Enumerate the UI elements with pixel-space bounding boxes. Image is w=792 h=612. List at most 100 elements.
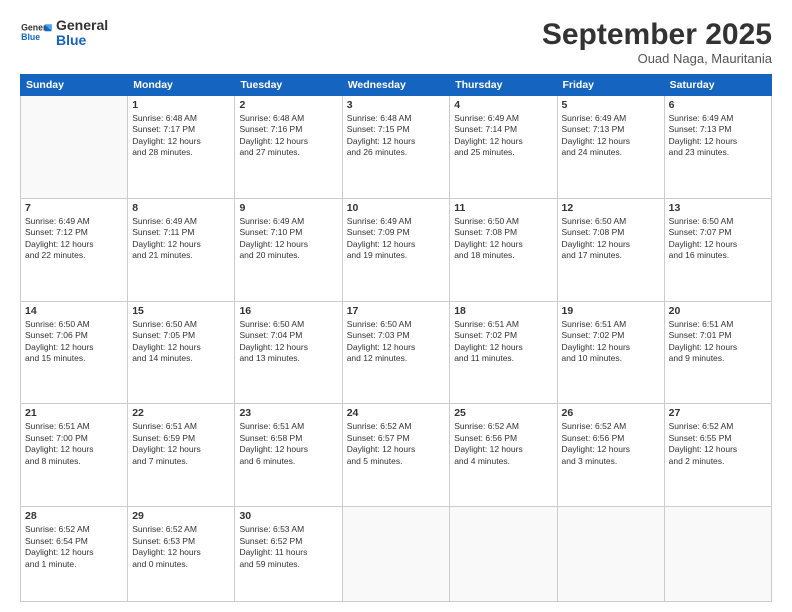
day-number: 20 <box>669 305 767 317</box>
calendar-cell-2-7: 13 Sunrise: 6:50 AMSunset: 7:07 PMDayligh… <box>664 198 771 301</box>
title-block: September 2025 Ouad Naga, Mauritania <box>542 18 772 66</box>
day-info: Sunrise: 6:50 AMSunset: 7:03 PMDaylight:… <box>347 319 445 365</box>
day-info: Sunrise: 6:49 AMSunset: 7:11 PMDaylight:… <box>132 216 230 262</box>
calendar-cell-1-5: 4Sunrise: 6:49 AMSunset: 7:14 PMDaylight… <box>450 96 557 199</box>
day-number: 2 <box>239 99 337 111</box>
calendar-week-3: 14 Sunrise: 6:50 AMSunset: 7:06 PMDayligh… <box>21 301 772 404</box>
day-number: 1 <box>132 99 230 111</box>
calendar-table: SundayMondayTuesdayWednesdayThursdayFrid… <box>20 74 772 602</box>
day-info: Sunrise: 6:52 AMSunset: 6:55 PMDaylight:… <box>669 421 767 467</box>
calendar-cell-5-3: 30 Sunrise: 6:53 AMSunset: 6:52 PMDayligh… <box>235 507 342 602</box>
weekday-header-friday: Friday <box>557 75 664 96</box>
day-info: Sunrise: 6:50 AMSunset: 7:04 PMDaylight:… <box>239 319 337 365</box>
day-number: 9 <box>239 202 337 214</box>
day-number: 30 <box>239 510 337 522</box>
calendar-cell-4-5: 25Sunrise: 6:52 AMSunset: 6:56 PMDayligh… <box>450 404 557 507</box>
day-number: 13 <box>669 202 767 214</box>
svg-text:Blue: Blue <box>21 32 40 42</box>
calendar-cell-4-3: 23 Sunrise: 6:51 AMSunset: 6:58 PMDayligh… <box>235 404 342 507</box>
day-info: Sunrise: 6:49 AMSunset: 7:10 PMDaylight:… <box>239 216 337 262</box>
day-info: Sunrise: 6:51 AMSunset: 7:02 PMDaylight:… <box>454 319 552 365</box>
calendar-week-4: 21Sunrise: 6:51 AMSunset: 7:00 PMDayligh… <box>21 404 772 507</box>
weekday-header-saturday: Saturday <box>664 75 771 96</box>
calendar-cell-5-5 <box>450 507 557 602</box>
calendar-week-5: 28Sunrise: 6:52 AMSunset: 6:54 PMDayligh… <box>21 507 772 602</box>
calendar-cell-4-6: 26 Sunrise: 6:52 AMSunset: 6:56 PMDayligh… <box>557 404 664 507</box>
calendar-cell-3-1: 14 Sunrise: 6:50 AMSunset: 7:06 PMDayligh… <box>21 301 128 404</box>
day-number: 17 <box>347 305 445 317</box>
weekday-header-wednesday: Wednesday <box>342 75 449 96</box>
calendar-cell-1-3: 2 Sunrise: 6:48 AMSunset: 7:16 PMDaylight… <box>235 96 342 199</box>
day-number: 15 <box>132 305 230 317</box>
day-info: Sunrise: 6:49 AMSunset: 7:13 PMDaylight:… <box>562 113 660 159</box>
day-number: 6 <box>669 99 767 111</box>
day-number: 23 <box>239 407 337 419</box>
day-number: 8 <box>132 202 230 214</box>
calendar-cell-1-1 <box>21 96 128 199</box>
calendar-cell-4-7: 27 Sunrise: 6:52 AMSunset: 6:55 PMDayligh… <box>664 404 771 507</box>
day-number: 12 <box>562 202 660 214</box>
day-number: 4 <box>454 99 552 111</box>
day-info: Sunrise: 6:50 AMSunset: 7:08 PMDaylight:… <box>454 216 552 262</box>
weekday-header-sunday: Sunday <box>21 75 128 96</box>
calendar-cell-1-7: 6 Sunrise: 6:49 AMSunset: 7:13 PMDaylight… <box>664 96 771 199</box>
day-info: Sunrise: 6:51 AMSunset: 6:58 PMDaylight:… <box>239 421 337 467</box>
day-number: 26 <box>562 407 660 419</box>
day-number: 25 <box>454 407 552 419</box>
calendar-cell-3-3: 16 Sunrise: 6:50 AMSunset: 7:04 PMDayligh… <box>235 301 342 404</box>
calendar-cell-5-1: 28Sunrise: 6:52 AMSunset: 6:54 PMDayligh… <box>21 507 128 602</box>
day-info: Sunrise: 6:50 AMSunset: 7:07 PMDaylight:… <box>669 216 767 262</box>
day-number: 27 <box>669 407 767 419</box>
day-number: 18 <box>454 305 552 317</box>
day-number: 24 <box>347 407 445 419</box>
day-number: 14 <box>25 305 123 317</box>
day-info: Sunrise: 6:51 AMSunset: 6:59 PMDaylight:… <box>132 421 230 467</box>
calendar-cell-5-2: 29Sunrise: 6:52 AMSunset: 6:53 PMDayligh… <box>128 507 235 602</box>
day-info: Sunrise: 6:52 AMSunset: 6:57 PMDaylight:… <box>347 421 445 467</box>
day-info: Sunrise: 6:53 AMSunset: 6:52 PMDaylight:… <box>239 524 337 570</box>
day-info: Sunrise: 6:50 AMSunset: 7:06 PMDaylight:… <box>25 319 123 365</box>
header: General Blue General Blue September 2025… <box>20 18 772 66</box>
weekday-header-tuesday: Tuesday <box>235 75 342 96</box>
calendar-cell-2-6: 12 Sunrise: 6:50 AMSunset: 7:08 PMDayligh… <box>557 198 664 301</box>
calendar-cell-2-5: 11 Sunrise: 6:50 AMSunset: 7:08 PMDayligh… <box>450 198 557 301</box>
day-number: 22 <box>132 407 230 419</box>
day-info: Sunrise: 6:50 AMSunset: 7:08 PMDaylight:… <box>562 216 660 262</box>
day-info: Sunrise: 6:51 AMSunset: 7:02 PMDaylight:… <box>562 319 660 365</box>
day-info: Sunrise: 6:49 AMSunset: 7:09 PMDaylight:… <box>347 216 445 262</box>
month-title: September 2025 <box>542 18 772 51</box>
calendar-cell-1-2: 1Sunrise: 6:48 AMSunset: 7:17 PMDaylight… <box>128 96 235 199</box>
day-info: Sunrise: 6:48 AMSunset: 7:16 PMDaylight:… <box>239 113 337 159</box>
logo: General Blue General Blue <box>20 18 108 49</box>
day-number: 5 <box>562 99 660 111</box>
calendar-cell-2-1: 7 Sunrise: 6:49 AMSunset: 7:12 PMDaylight… <box>21 198 128 301</box>
calendar-cell-4-1: 21Sunrise: 6:51 AMSunset: 7:00 PMDayligh… <box>21 404 128 507</box>
calendar-cell-5-6 <box>557 507 664 602</box>
calendar-header-row: SundayMondayTuesdayWednesdayThursdayFrid… <box>21 75 772 96</box>
location: Ouad Naga, Mauritania <box>542 51 772 66</box>
calendar-cell-1-6: 5 Sunrise: 6:49 AMSunset: 7:13 PMDaylight… <box>557 96 664 199</box>
calendar-cell-5-4 <box>342 507 449 602</box>
weekday-header-thursday: Thursday <box>450 75 557 96</box>
day-number: 10 <box>347 202 445 214</box>
day-info: Sunrise: 6:51 AMSunset: 7:01 PMDaylight:… <box>669 319 767 365</box>
day-info: Sunrise: 6:52 AMSunset: 6:53 PMDaylight:… <box>132 524 230 570</box>
day-info: Sunrise: 6:49 AMSunset: 7:13 PMDaylight:… <box>669 113 767 159</box>
calendar-cell-1-4: 3Sunrise: 6:48 AMSunset: 7:15 PMDaylight… <box>342 96 449 199</box>
weekday-header-monday: Monday <box>128 75 235 96</box>
day-info: Sunrise: 6:48 AMSunset: 7:15 PMDaylight:… <box>347 113 445 159</box>
calendar-cell-2-4: 10 Sunrise: 6:49 AMSunset: 7:09 PMDayligh… <box>342 198 449 301</box>
day-number: 16 <box>239 305 337 317</box>
calendar-cell-3-4: 17 Sunrise: 6:50 AMSunset: 7:03 PMDayligh… <box>342 301 449 404</box>
calendar-cell-3-6: 19 Sunrise: 6:51 AMSunset: 7:02 PMDayligh… <box>557 301 664 404</box>
logo-icon: General Blue <box>20 19 52 47</box>
calendar-cell-5-7 <box>664 507 771 602</box>
day-info: Sunrise: 6:49 AMSunset: 7:12 PMDaylight:… <box>25 216 123 262</box>
day-number: 19 <box>562 305 660 317</box>
day-number: 11 <box>454 202 552 214</box>
calendar-cell-2-3: 9 Sunrise: 6:49 AMSunset: 7:10 PMDaylight… <box>235 198 342 301</box>
day-info: Sunrise: 6:52 AMSunset: 6:56 PMDaylight:… <box>562 421 660 467</box>
day-number: 21 <box>25 407 123 419</box>
day-number: 7 <box>25 202 123 214</box>
day-info: Sunrise: 6:52 AMSunset: 6:54 PMDaylight:… <box>25 524 123 570</box>
